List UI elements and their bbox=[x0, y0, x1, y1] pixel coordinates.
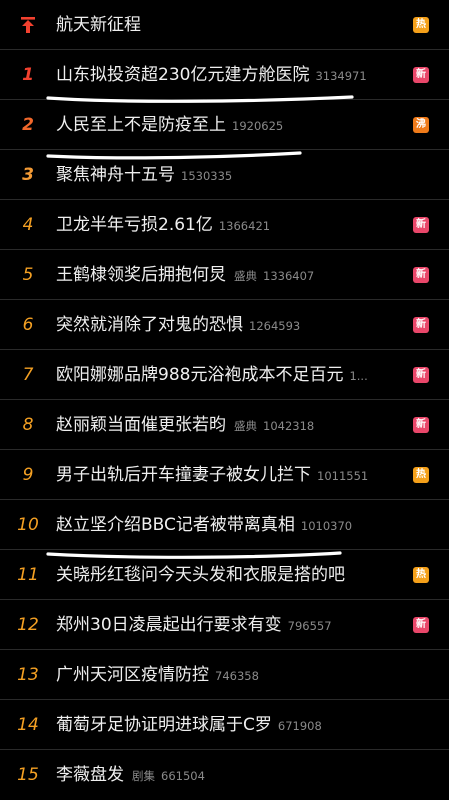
list-item[interactable]: 4 卫龙半年亏损2.61亿 1366421 新 bbox=[0, 200, 449, 250]
item-title: 山东拟投资超230亿元建方舱医院 bbox=[56, 65, 310, 85]
rank-number: 7 bbox=[22, 365, 34, 385]
item-title: 卫龙半年亏损2.61亿 bbox=[56, 215, 213, 235]
heat-count: 1042318 bbox=[263, 419, 315, 433]
list-item[interactable]: 9 男子出轨后开车撞妻子被女儿拦下 1011551 热 bbox=[0, 450, 449, 500]
list-item[interactable]: 10 赵立坚介绍BBC记者被带离真相 1010370 bbox=[0, 500, 449, 550]
list-item[interactable]: 3 聚焦神舟十五号 1530335 bbox=[0, 150, 449, 200]
list-item[interactable]: 2 人民至上不是防疫至上 1920625 沸 bbox=[0, 100, 449, 150]
list-item[interactable]: 14 葡萄牙足协证明进球属于C罗 671908 bbox=[0, 700, 449, 750]
item-title: 葡萄牙足协证明进球属于C罗 bbox=[56, 715, 272, 735]
hot-badge: 热 bbox=[413, 467, 429, 483]
rank-number: 8 bbox=[22, 415, 34, 435]
list-item[interactable]: 1 山东拟投资超230亿元建方舱医院 3134971 新 bbox=[0, 50, 449, 100]
heat-count: 1010370 bbox=[300, 519, 353, 533]
rank-number: 1 bbox=[22, 65, 34, 85]
category-tag: 盛典 bbox=[234, 419, 257, 433]
heat-count: 1264593 bbox=[249, 319, 301, 333]
heat-count: 746358 bbox=[215, 669, 259, 683]
item-title: 航天新征程 bbox=[56, 15, 141, 35]
rank-number: 10 bbox=[17, 515, 39, 535]
list-item[interactable]: 6 突然就消除了对鬼的恐惧 1264593 新 bbox=[0, 300, 449, 350]
heat-count: 3134971 bbox=[315, 69, 367, 83]
item-title: 赵立坚介绍BBC记者被带离真相 bbox=[56, 515, 295, 535]
item-title: 李薇盘发 bbox=[56, 765, 124, 785]
rank-number: 13 bbox=[17, 665, 39, 685]
item-title: 欧阳娜娜品牌988元浴袍成本不足百元 bbox=[56, 365, 344, 385]
item-title: 赵丽颖当面催更张若昀 bbox=[56, 415, 226, 435]
rank-number: 3 bbox=[22, 165, 34, 185]
heat-count: 1011551 bbox=[317, 469, 369, 483]
rank-number: 2 bbox=[22, 115, 34, 135]
new-badge: 新 bbox=[413, 367, 429, 383]
heat-count: 1366421 bbox=[218, 219, 271, 233]
item-title: 聚焦神舟十五号 bbox=[56, 165, 175, 185]
rank-number: 5 bbox=[22, 265, 34, 285]
rank-number: 11 bbox=[17, 565, 39, 585]
item-title: 人民至上不是防疫至上 bbox=[56, 115, 226, 135]
heat-count: 1... bbox=[349, 369, 368, 383]
list-item[interactable]: 11 关晓彤红毯问今天头发和衣服是搭的吧 热 bbox=[0, 550, 449, 600]
hot-search-list: 航天新征程 热 1 山东拟投资超230亿元建方舱医院 3134971 新 2 人民… bbox=[0, 0, 449, 800]
list-item[interactable]: 15 李薇盘发 剧集 661504 bbox=[0, 750, 449, 800]
rank-number: 15 bbox=[17, 765, 39, 785]
item-title: 王鹤棣领奖后拥抱何炅 bbox=[56, 265, 226, 285]
hot-badge: 热 bbox=[413, 17, 429, 33]
new-badge: 新 bbox=[413, 217, 429, 233]
list-item[interactable]: 5 王鹤棣领奖后拥抱何炅 盛典 1336407 新 bbox=[0, 250, 449, 300]
item-title: 郑州30日凌晨起出行要求有变 bbox=[56, 615, 282, 635]
category-tag: 剧集 bbox=[132, 769, 155, 783]
list-item[interactable]: 12 郑州30日凌晨起出行要求有变 796557 新 bbox=[0, 600, 449, 650]
new-badge: 新 bbox=[413, 417, 429, 433]
new-badge: 新 bbox=[413, 267, 429, 283]
new-badge: 新 bbox=[413, 617, 429, 633]
rank-number: 12 bbox=[17, 615, 39, 635]
new-badge: 新 bbox=[413, 67, 429, 83]
heat-count: 1530335 bbox=[181, 169, 233, 183]
item-title: 突然就消除了对鬼的恐惧 bbox=[56, 315, 243, 335]
rank-number: 4 bbox=[22, 215, 34, 235]
rank-number: 6 bbox=[22, 315, 34, 335]
item-title: 广州天河区疫情防控 bbox=[56, 665, 209, 685]
boil-badge: 沸 bbox=[413, 117, 429, 133]
hot-badge: 热 bbox=[413, 567, 429, 583]
rank-number: 14 bbox=[17, 715, 39, 735]
category-tag: 盛典 bbox=[234, 269, 257, 283]
list-item[interactable]: 13 广州天河区疫情防控 746358 bbox=[0, 650, 449, 700]
list-item[interactable]: 8 赵丽颖当面催更张若昀 盛典 1042318 新 bbox=[0, 400, 449, 450]
heat-count: 796557 bbox=[287, 619, 332, 633]
list-item-pinned[interactable]: 航天新征程 热 bbox=[0, 0, 449, 50]
heat-count: 1336407 bbox=[263, 269, 315, 283]
heat-count: 661504 bbox=[161, 769, 205, 783]
rank-number: 9 bbox=[22, 465, 34, 485]
item-title: 关晓彤红毯问今天头发和衣服是搭的吧 bbox=[56, 565, 345, 585]
new-badge: 新 bbox=[413, 317, 429, 333]
heat-count: 1920625 bbox=[232, 119, 284, 133]
heat-count: 671908 bbox=[277, 719, 322, 733]
list-item[interactable]: 7 欧阳娜娜品牌988元浴袍成本不足百元 1... 新 bbox=[0, 350, 449, 400]
pin-top-icon bbox=[21, 17, 35, 33]
item-title: 男子出轨后开车撞妻子被女儿拦下 bbox=[56, 465, 311, 485]
